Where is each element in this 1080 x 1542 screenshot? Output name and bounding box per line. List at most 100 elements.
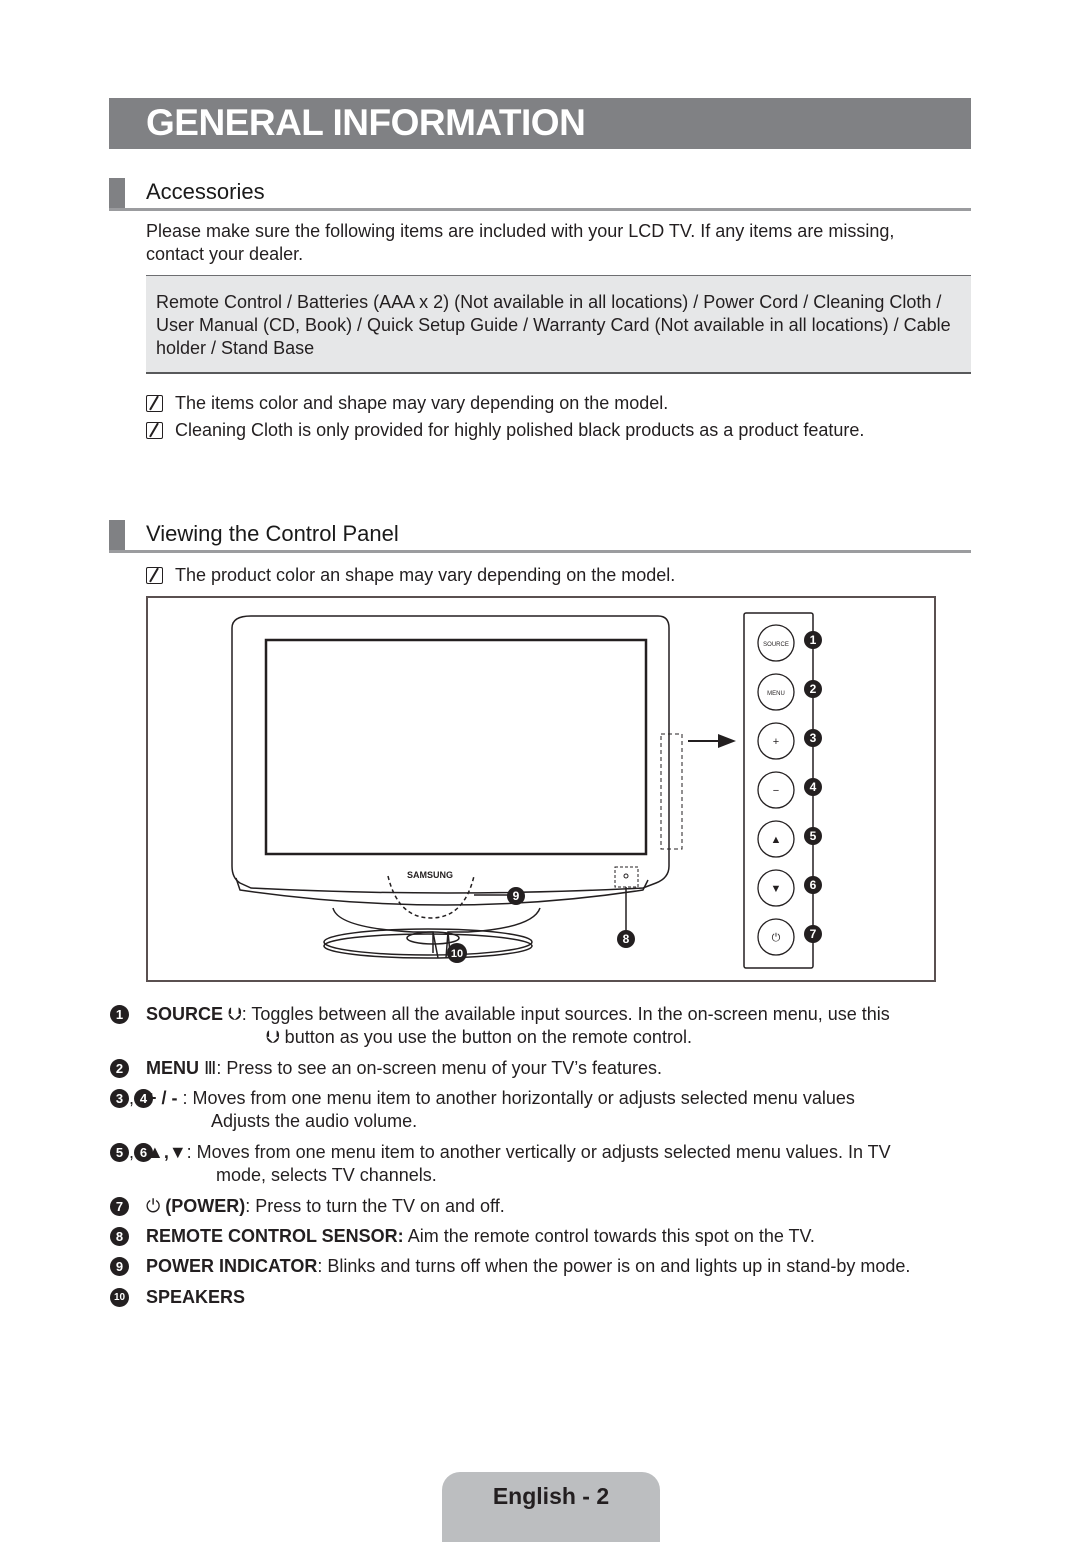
number-badge: 5 bbox=[110, 1143, 129, 1162]
menu-icon: Ⅲ bbox=[199, 1058, 217, 1078]
callout-label: 6 bbox=[810, 878, 817, 892]
description-item: 7 ⏻ (POWER): Press to turn the TV on and … bbox=[110, 1195, 505, 1218]
note-icon bbox=[146, 394, 163, 412]
callout-10-label: 10 bbox=[451, 948, 463, 960]
heading-marker bbox=[109, 178, 125, 208]
note: Cleaning Cloth is only provided for high… bbox=[146, 419, 864, 441]
accessories-list: Remote Control / Batteries (AAA x 2) (No… bbox=[156, 292, 951, 358]
item-term: POWER INDICATOR bbox=[146, 1256, 318, 1276]
tv-screen bbox=[264, 638, 648, 856]
item-description: : Press to turn the TV on and off. bbox=[245, 1196, 505, 1216]
callout-label: 4 bbox=[810, 780, 817, 794]
description-item: 10 SPEAKERS bbox=[110, 1286, 245, 1309]
item-numbers: 7 bbox=[110, 1195, 146, 1218]
panel-button-label: ▼ bbox=[771, 883, 782, 895]
description-item: 5, 6 ▲,▼: Moves from one menu item to anot… bbox=[110, 1141, 891, 1187]
callout-label: 3 bbox=[810, 731, 817, 745]
arrow-icon bbox=[688, 734, 736, 748]
item-term: SOURCE bbox=[146, 1004, 224, 1024]
item-description-continued: Adjusts the audio volume. bbox=[211, 1111, 418, 1131]
number-badge: 1 bbox=[110, 1005, 129, 1024]
item-numbers: 9 bbox=[110, 1255, 146, 1278]
panel-button-label: ⏻ bbox=[772, 932, 781, 944]
callout-9-label: 9 bbox=[513, 889, 520, 903]
description-item: 3, 4 + / - : Moves from one menu item to a… bbox=[110, 1087, 855, 1133]
panel-button-label: ▲ bbox=[771, 834, 782, 846]
panel-button-label: − bbox=[773, 785, 779, 797]
panel-button-label: SOURCE bbox=[763, 642, 789, 648]
item-description-continued: ⮋ button as you use the button on the re… bbox=[266, 1027, 692, 1047]
item-term: REMOTE CONTROL SENSOR: bbox=[146, 1226, 404, 1246]
item-text: ▲,▼: Moves from one menu item to another… bbox=[146, 1141, 891, 1187]
callout-label: 2 bbox=[810, 682, 817, 696]
panel-button-label: MENU bbox=[767, 691, 785, 697]
side-panel-outline bbox=[660, 733, 683, 850]
number-badge: 3 bbox=[110, 1089, 129, 1108]
note-icon bbox=[146, 566, 163, 584]
source-icon: ⮋ bbox=[223, 1004, 242, 1024]
description-item: 2 MENU Ⅲ: Press to see an on-screen menu … bbox=[110, 1057, 662, 1080]
item-text: POWER INDICATOR: Blinks and turns off wh… bbox=[146, 1255, 910, 1278]
item-text: SPEAKERS bbox=[146, 1286, 245, 1309]
accessories-heading: Accessories bbox=[146, 179, 265, 204]
item-numbers: 2 bbox=[110, 1057, 146, 1080]
number-badge: 2 bbox=[110, 1059, 129, 1078]
control-panel-diagram: SAMSUNG 9 8 10 SOURCE 1 MENU 2 +3 − 4 ▲ 5 ▼ 6 ⏻ 7 bbox=[146, 596, 936, 982]
section-heading-control-panel: Viewing the Control Panel bbox=[109, 520, 971, 553]
tv-bezel bbox=[231, 615, 670, 894]
brand-logo: SAMSUNG bbox=[407, 870, 453, 880]
section-heading-accessories: Accessories bbox=[109, 178, 971, 211]
item-text: ⏻ (POWER): Press to turn the TV on and o… bbox=[146, 1195, 505, 1218]
item-text: REMOTE CONTROL SENSOR: Aim the remote co… bbox=[146, 1225, 815, 1248]
item-description: : Moves from one menu item to another ve… bbox=[186, 1142, 891, 1162]
number-badge: 8 bbox=[110, 1227, 129, 1246]
item-term: MENU bbox=[146, 1058, 199, 1078]
item-numbers: 10 bbox=[110, 1286, 146, 1309]
item-description: : Blinks and turns off when the power is… bbox=[317, 1256, 911, 1276]
sensor-area-outline bbox=[614, 866, 639, 888]
number-badge: 9 bbox=[110, 1257, 129, 1276]
item-description: : Press to see an on-screen menu of your… bbox=[216, 1058, 662, 1078]
power-icon: ⏻ bbox=[146, 1196, 166, 1216]
item-term: ▲,▼ bbox=[146, 1142, 187, 1162]
speaker-area-outline bbox=[387, 875, 475, 919]
item-description: Aim the remote control towards this spot… bbox=[403, 1226, 815, 1246]
heading-marker bbox=[109, 520, 125, 550]
panel-button-label: + bbox=[773, 736, 779, 748]
item-text: SOURCE ⮋: Toggles between all the availa… bbox=[146, 1003, 890, 1049]
callout-label: 5 bbox=[810, 829, 817, 843]
item-term: + / - bbox=[146, 1088, 183, 1108]
callout-8-label: 8 bbox=[623, 932, 630, 946]
tv-stand-base bbox=[323, 928, 533, 956]
item-description-continued: mode, selects TV channels. bbox=[216, 1165, 437, 1185]
page-number-label: English - 2 bbox=[492, 1483, 610, 1509]
description-item: 8 REMOTE CONTROL SENSOR: Aim the remote c… bbox=[110, 1225, 815, 1248]
note: The items color and shape may vary depen… bbox=[146, 392, 668, 414]
note-text: The items color and shape may vary depen… bbox=[175, 393, 669, 413]
callout-label: 1 bbox=[810, 633, 817, 647]
control-panel-heading: Viewing the Control Panel bbox=[146, 521, 399, 546]
callout-label: 7 bbox=[810, 927, 817, 941]
note-text: Cleaning Cloth is only provided for high… bbox=[175, 420, 865, 440]
page-title: GENERAL INFORMATION bbox=[146, 102, 586, 143]
accessories-intro: Please make sure the following items are… bbox=[146, 221, 895, 264]
tv-bottom-lip bbox=[235, 877, 649, 906]
number-badge: 7 bbox=[110, 1197, 129, 1216]
page-title-bar: GENERAL INFORMATION bbox=[109, 98, 971, 149]
item-numbers: 5,6 bbox=[110, 1141, 154, 1187]
item-text: MENU Ⅲ: Press to see an on-screen menu o… bbox=[146, 1057, 662, 1080]
description-item: 1 SOURCE ⮋: Toggles between all the avail… bbox=[110, 1003, 890, 1049]
note-icon bbox=[146, 421, 163, 439]
item-description: : Moves from one menu item to another ho… bbox=[182, 1088, 855, 1108]
item-term: SPEAKERS bbox=[146, 1287, 246, 1307]
description-item: 9 POWER INDICATOR: Blinks and turns off w… bbox=[110, 1255, 910, 1278]
item-text: + / - : Moves from one menu item to anot… bbox=[146, 1087, 855, 1133]
accessories-list-box: Remote Control / Batteries (AAA x 2) (No… bbox=[146, 275, 971, 374]
item-term: (POWER) bbox=[165, 1196, 246, 1216]
number-badge: 10 bbox=[110, 1288, 129, 1307]
note: The product color an shape may vary depe… bbox=[146, 564, 675, 586]
note-text: The product color an shape may vary depe… bbox=[175, 565, 676, 585]
item-numbers: 8 bbox=[110, 1225, 146, 1248]
item-numbers: 3,4 bbox=[110, 1087, 154, 1133]
item-description: : Toggles between all the available inpu… bbox=[241, 1004, 890, 1024]
